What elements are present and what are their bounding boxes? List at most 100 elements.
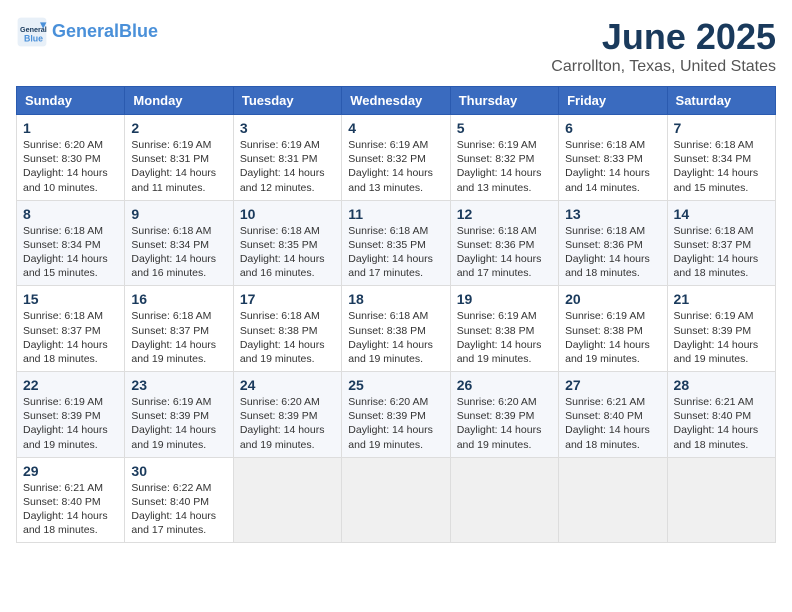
cell-info: Sunrise: 6:19 AMSunset: 8:31 PMDaylight:… bbox=[131, 138, 226, 195]
calendar-cell: 10 Sunrise: 6:18 AMSunset: 8:35 PMDayligh… bbox=[233, 200, 341, 286]
calendar-cell: 11Sunrise: 6:18 AMSunset: 8:35 PMDayligh… bbox=[342, 200, 450, 286]
cell-info: Sunrise: 6:19 AMSunset: 8:32 PMDaylight:… bbox=[348, 138, 443, 195]
day-number: 15 bbox=[23, 291, 118, 307]
day-number: 2 bbox=[131, 120, 226, 136]
cell-info: Sunrise: 6:21 AMSunset: 8:40 PMDaylight:… bbox=[23, 481, 118, 538]
day-number: 8 bbox=[23, 206, 118, 222]
calendar-cell: 13Sunrise: 6:18 AMSunset: 8:36 PMDayligh… bbox=[559, 200, 667, 286]
col-header-saturday: Saturday bbox=[667, 87, 775, 115]
cell-info: Sunrise: 6:19 AMSunset: 8:39 PMDaylight:… bbox=[131, 395, 226, 452]
calendar-cell: 18Sunrise: 6:18 AMSunset: 8:38 PMDayligh… bbox=[342, 286, 450, 372]
day-number: 19 bbox=[457, 291, 552, 307]
calendar-cell: 25 Sunrise: 6:20 AMSunset: 8:39 PMDayligh… bbox=[342, 372, 450, 458]
calendar-cell: 17 Sunrise: 6:18 AMSunset: 8:38 PMDayligh… bbox=[233, 286, 341, 372]
cell-info: Sunrise: 6:20 AMSunset: 8:30 PMDaylight:… bbox=[23, 138, 118, 195]
day-number: 24 bbox=[240, 377, 335, 393]
cell-info: Sunrise: 6:21 AMSunset: 8:40 PMDaylight:… bbox=[674, 395, 769, 452]
day-number: 4 bbox=[348, 120, 443, 136]
day-number: 3 bbox=[240, 120, 335, 136]
col-header-wednesday: Wednesday bbox=[342, 87, 450, 115]
cell-info: Sunrise: 6:20 AMSunset: 8:39 PMDaylight:… bbox=[348, 395, 443, 452]
day-number: 12 bbox=[457, 206, 552, 222]
day-number: 20 bbox=[565, 291, 660, 307]
cell-info: Sunrise: 6:19 AMSunset: 8:38 PMDaylight:… bbox=[457, 309, 552, 366]
day-number: 23 bbox=[131, 377, 226, 393]
col-header-sunday: Sunday bbox=[17, 87, 125, 115]
day-number: 18 bbox=[348, 291, 443, 307]
calendar-table: SundayMondayTuesdayWednesdayThursdayFrid… bbox=[16, 86, 776, 543]
cell-info: Sunrise: 6:19 AMSunset: 8:39 PMDaylight:… bbox=[674, 309, 769, 366]
calendar-cell: 29 Sunrise: 6:21 AMSunset: 8:40 PMDayligh… bbox=[17, 457, 125, 543]
day-number: 16 bbox=[131, 291, 226, 307]
calendar-cell bbox=[450, 457, 558, 543]
cell-info: Sunrise: 6:18 AMSunset: 8:35 PMDaylight:… bbox=[240, 224, 335, 281]
cell-info: Sunrise: 6:18 AMSunset: 8:38 PMDaylight:… bbox=[240, 309, 335, 366]
day-number: 25 bbox=[348, 377, 443, 393]
location-subtitle: Carrollton, Texas, United States bbox=[551, 58, 776, 76]
logo-icon: General Blue bbox=[16, 16, 48, 48]
calendar-cell: 3 Sunrise: 6:19 AMSunset: 8:31 PMDaylight… bbox=[233, 115, 341, 201]
calendar-week-row: 1 Sunrise: 6:20 AMSunset: 8:30 PMDaylight… bbox=[17, 115, 776, 201]
calendar-cell: 22 Sunrise: 6:19 AMSunset: 8:39 PMDayligh… bbox=[17, 372, 125, 458]
day-number: 22 bbox=[23, 377, 118, 393]
svg-text:Blue: Blue bbox=[24, 34, 43, 44]
cell-info: Sunrise: 6:19 AMSunset: 8:39 PMDaylight:… bbox=[23, 395, 118, 452]
calendar-cell: 21 Sunrise: 6:19 AMSunset: 8:39 PMDayligh… bbox=[667, 286, 775, 372]
calendar-cell: 4 Sunrise: 6:19 AMSunset: 8:32 PMDaylight… bbox=[342, 115, 450, 201]
cell-info: Sunrise: 6:18 AMSunset: 8:37 PMDaylight:… bbox=[674, 224, 769, 281]
logo-text-line1: GeneralBlue bbox=[52, 22, 158, 42]
calendar-cell: 23 Sunrise: 6:19 AMSunset: 8:39 PMDayligh… bbox=[125, 372, 233, 458]
cell-info: Sunrise: 6:18 AMSunset: 8:34 PMDaylight:… bbox=[131, 224, 226, 281]
logo: General Blue GeneralBlue bbox=[16, 16, 158, 48]
cell-info: Sunrise: 6:20 AMSunset: 8:39 PMDaylight:… bbox=[240, 395, 335, 452]
day-number: 26 bbox=[457, 377, 552, 393]
calendar-cell: 26 Sunrise: 6:20 AMSunset: 8:39 PMDayligh… bbox=[450, 372, 558, 458]
day-number: 7 bbox=[674, 120, 769, 136]
day-number: 13 bbox=[565, 206, 660, 222]
calendar-cell: 15 Sunrise: 6:18 AMSunset: 8:37 PMDayligh… bbox=[17, 286, 125, 372]
calendar-cell: 14 Sunrise: 6:18 AMSunset: 8:37 PMDayligh… bbox=[667, 200, 775, 286]
calendar-cell: 1 Sunrise: 6:20 AMSunset: 8:30 PMDaylight… bbox=[17, 115, 125, 201]
month-title: June 2025 bbox=[551, 16, 776, 58]
cell-info: Sunrise: 6:21 AMSunset: 8:40 PMDaylight:… bbox=[565, 395, 660, 452]
calendar-week-row: 22 Sunrise: 6:19 AMSunset: 8:39 PMDayligh… bbox=[17, 372, 776, 458]
cell-info: Sunrise: 6:18 AMSunset: 8:36 PMDaylight:… bbox=[457, 224, 552, 281]
cell-info: Sunrise: 6:19 AMSunset: 8:32 PMDaylight:… bbox=[457, 138, 552, 195]
col-header-tuesday: Tuesday bbox=[233, 87, 341, 115]
day-number: 14 bbox=[674, 206, 769, 222]
cell-info: Sunrise: 6:18 AMSunset: 8:34 PMDaylight:… bbox=[23, 224, 118, 281]
calendar-cell bbox=[667, 457, 775, 543]
calendar-week-row: 8 Sunrise: 6:18 AMSunset: 8:34 PMDaylight… bbox=[17, 200, 776, 286]
calendar-cell bbox=[233, 457, 341, 543]
day-number: 10 bbox=[240, 206, 335, 222]
calendar-cell: 9Sunrise: 6:18 AMSunset: 8:34 PMDaylight… bbox=[125, 200, 233, 286]
calendar-cell bbox=[342, 457, 450, 543]
calendar-week-row: 29 Sunrise: 6:21 AMSunset: 8:40 PMDayligh… bbox=[17, 457, 776, 543]
day-number: 30 bbox=[131, 463, 226, 479]
calendar-cell: 24 Sunrise: 6:20 AMSunset: 8:39 PMDayligh… bbox=[233, 372, 341, 458]
cell-info: Sunrise: 6:18 AMSunset: 8:35 PMDaylight:… bbox=[348, 224, 443, 281]
title-area: June 2025 Carrollton, Texas, United Stat… bbox=[551, 16, 776, 76]
calendar-cell: 7 Sunrise: 6:18 AMSunset: 8:34 PMDaylight… bbox=[667, 115, 775, 201]
cell-info: Sunrise: 6:19 AMSunset: 8:31 PMDaylight:… bbox=[240, 138, 335, 195]
cell-info: Sunrise: 6:18 AMSunset: 8:34 PMDaylight:… bbox=[674, 138, 769, 195]
col-header-thursday: Thursday bbox=[450, 87, 558, 115]
col-header-friday: Friday bbox=[559, 87, 667, 115]
cell-info: Sunrise: 6:18 AMSunset: 8:37 PMDaylight:… bbox=[131, 309, 226, 366]
day-number: 21 bbox=[674, 291, 769, 307]
cell-info: Sunrise: 6:19 AMSunset: 8:38 PMDaylight:… bbox=[565, 309, 660, 366]
calendar-cell: 8 Sunrise: 6:18 AMSunset: 8:34 PMDaylight… bbox=[17, 200, 125, 286]
cell-info: Sunrise: 6:20 AMSunset: 8:39 PMDaylight:… bbox=[457, 395, 552, 452]
calendar-header-row: SundayMondayTuesdayWednesdayThursdayFrid… bbox=[17, 87, 776, 115]
calendar-week-row: 15 Sunrise: 6:18 AMSunset: 8:37 PMDayligh… bbox=[17, 286, 776, 372]
day-number: 1 bbox=[23, 120, 118, 136]
header: General Blue GeneralBlue June 2025 Carro… bbox=[16, 16, 776, 76]
calendar-cell: 28Sunrise: 6:21 AMSunset: 8:40 PMDayligh… bbox=[667, 372, 775, 458]
day-number: 5 bbox=[457, 120, 552, 136]
day-number: 17 bbox=[240, 291, 335, 307]
calendar-cell: 27Sunrise: 6:21 AMSunset: 8:40 PMDayligh… bbox=[559, 372, 667, 458]
calendar-cell: 5 Sunrise: 6:19 AMSunset: 8:32 PMDaylight… bbox=[450, 115, 558, 201]
calendar-cell: 16 Sunrise: 6:18 AMSunset: 8:37 PMDayligh… bbox=[125, 286, 233, 372]
cell-info: Sunrise: 6:18 AMSunset: 8:37 PMDaylight:… bbox=[23, 309, 118, 366]
day-number: 29 bbox=[23, 463, 118, 479]
